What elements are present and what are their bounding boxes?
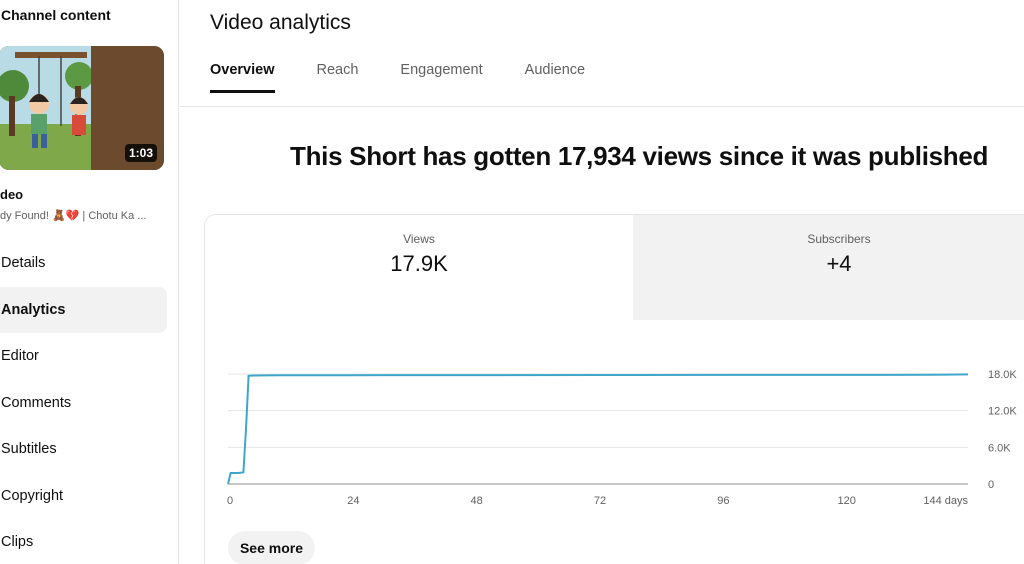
chart-y-tick-label: 0	[988, 479, 994, 491]
chart-series-line	[227, 373, 969, 485]
chart-y-tick-label: 18.0K	[988, 369, 1017, 381]
chart-x-tick-label: 24	[347, 495, 359, 507]
chart-y-axis: 0 6.0K 12.0K 18.0K	[988, 369, 1017, 491]
views-line-chart: 0 6.0K 12.0K 18.0K 0 24 48 72 96 120 144 days	[227, 369, 1017, 507]
chart-x-tick-label: 0	[227, 495, 233, 507]
chart-x-axis: 0 24 48 72 96 120 144 days	[227, 495, 969, 507]
chart-y-tick-label: 6.0K	[988, 442, 1011, 454]
chart-x-tick-label: 48	[471, 495, 483, 507]
chart-x-tick-label: 72	[594, 495, 606, 507]
chart-x-tick-label: 96	[717, 495, 729, 507]
chart-x-tick-label: 120	[837, 495, 855, 507]
see-more-button[interactable]: See more	[228, 531, 315, 564]
chart-y-tick-label: 12.0K	[988, 406, 1017, 418]
chart-x-tick-label: 144 days	[923, 495, 968, 507]
chart-gridlines	[228, 373, 968, 485]
